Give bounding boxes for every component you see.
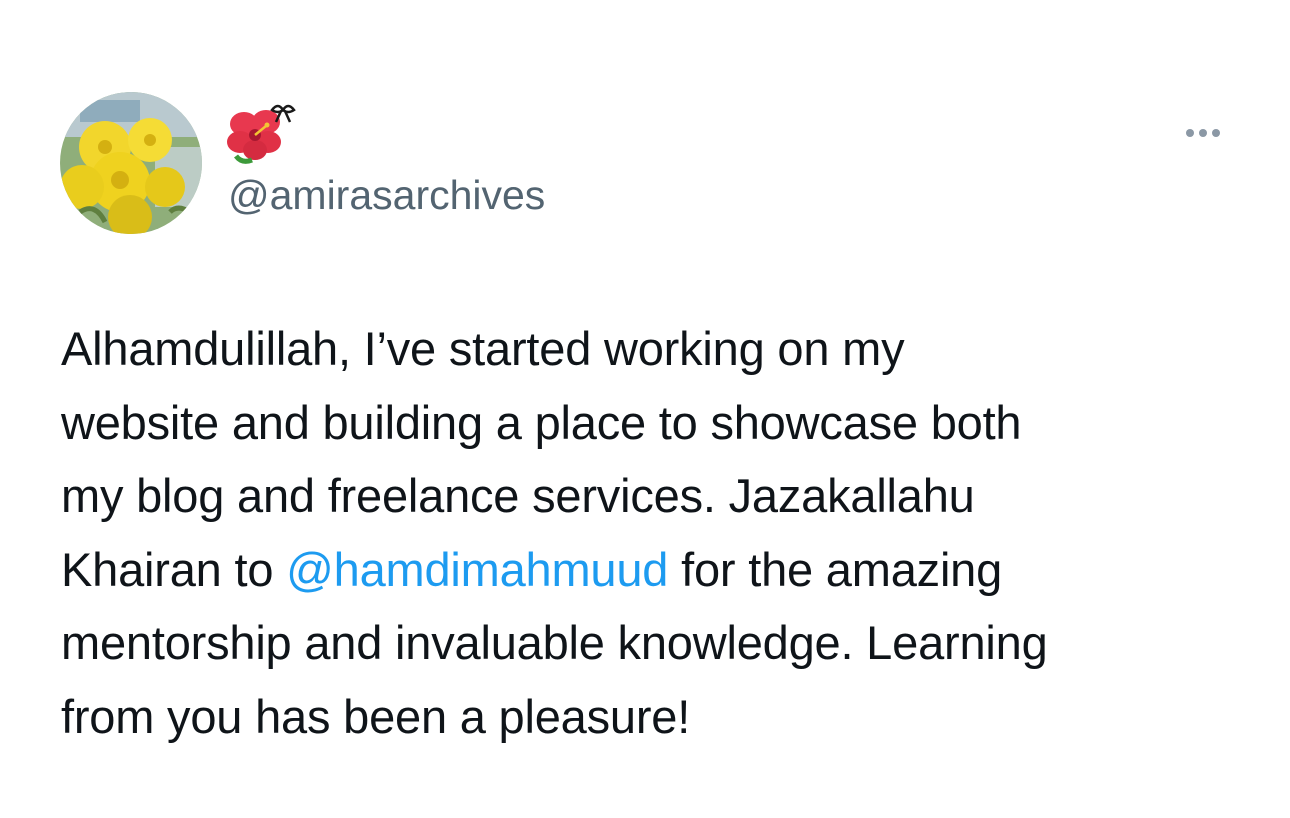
yellow-flowers-avatar-image — [60, 92, 202, 234]
display-name[interactable] — [226, 98, 298, 166]
tweet-text-segment: for the amazing — [668, 542, 1003, 596]
tweet-text-line: website and building a place to showcase… — [61, 395, 1022, 449]
more-horizontal-icon — [1186, 129, 1220, 137]
tweet-text-line: Alhamdulillah, I’ve started working on m… — [61, 322, 905, 375]
more-options-button[interactable] — [1178, 118, 1228, 148]
tweet-text: Alhamdulillah, I’ve started working on m… — [61, 312, 1241, 753]
mention-link[interactable]: @hamdimahmuud — [286, 543, 668, 596]
tweet-text-line: from you has been a pleasure! — [61, 689, 691, 743]
hibiscus-icon — [227, 110, 281, 164]
avatar[interactable] — [60, 92, 202, 234]
tweet-card: @amirasarchives Alhamdulillah, I’ve star… — [0, 0, 1290, 818]
tweet-text-line: mentorship and invaluable knowledge. Lea… — [61, 616, 1048, 669]
tweet-text-line: my blog and freelance services. Jazakall… — [61, 469, 975, 522]
author-handle[interactable]: @amirasarchives — [228, 170, 545, 220]
tweet-text-segment: Khairan to — [61, 542, 287, 596]
tweet-text-line: Khairan to @hamdimahmuud for the amazing — [61, 533, 1241, 607]
